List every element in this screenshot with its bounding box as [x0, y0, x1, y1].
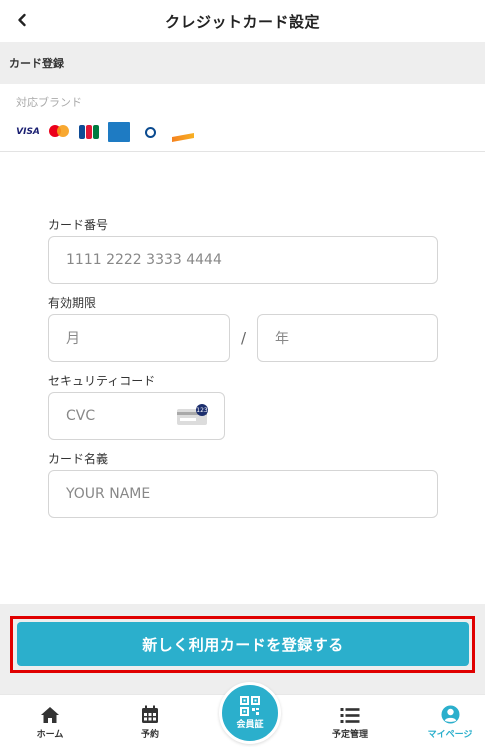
nav-schedule[interactable]: 予定管理	[310, 695, 390, 747]
expiry-separator: /	[240, 329, 247, 347]
user-circle-icon	[441, 705, 459, 724]
discover-logo	[170, 124, 194, 140]
cardholder-name-input[interactable]: YOUR NAME	[48, 470, 438, 518]
submit-area: 新しく利用カードを登録する	[0, 604, 485, 694]
nav-membership-card[interactable]: 会員証	[219, 682, 281, 744]
section-title: カード登録	[9, 57, 64, 70]
cvc-label: セキュリティコード	[48, 374, 156, 388]
card-number-label: カード番号	[48, 218, 109, 232]
nav-mypage-label: マイページ	[427, 730, 473, 740]
nav-home-label: ホーム	[36, 730, 64, 740]
card-back-icon: 123	[177, 404, 208, 425]
mastercard-logo	[48, 124, 70, 140]
cardholder-name-placeholder: YOUR NAME	[66, 486, 151, 502]
card-number-input[interactable]: 1111 2222 3333 4444	[48, 236, 438, 284]
qr-code-icon	[240, 696, 260, 716]
bottom-nav: ホーム 予約 会員証 予定管理 マイページ	[0, 682, 485, 747]
register-card-label: 新しく利用カードを登録する	[142, 635, 344, 654]
cvc-placeholder: CVC	[66, 408, 96, 424]
jcb-logo	[79, 124, 99, 140]
app-header: クレジットカード設定	[0, 0, 485, 42]
nav-reservation-label: 予約	[140, 730, 159, 740]
chevron-left-icon	[18, 13, 26, 27]
cardholder-name-label: カード名義	[48, 452, 109, 466]
back-button[interactable]	[12, 10, 32, 30]
expiry-month-placeholder: 月	[66, 331, 80, 347]
amex-logo	[108, 122, 130, 142]
cvc-hint-badge: 123	[196, 407, 208, 414]
brands-label: 対応ブランド	[16, 96, 82, 109]
visa-logo: VISA	[16, 127, 40, 137]
card-form: カード番号 1111 2222 3333 4444 有効期限 月 / 年 セキュ…	[48, 216, 438, 518]
nav-mypage[interactable]: マイページ	[410, 695, 485, 747]
register-card-button[interactable]: 新しく利用カードを登録する	[17, 622, 469, 666]
expiry-month-input[interactable]: 月	[48, 314, 230, 362]
page-title: クレジットカード設定	[164, 12, 320, 31]
diners-logo	[139, 124, 161, 140]
nav-schedule-label: 予定管理	[331, 730, 368, 740]
section-header: カード登録	[0, 42, 485, 84]
expiry-year-input[interactable]: 年	[257, 314, 438, 362]
calendar-icon	[142, 705, 158, 723]
home-icon	[41, 707, 59, 723]
list-icon	[340, 708, 360, 723]
expiry-label: 有効期限	[48, 296, 97, 310]
brand-logo-row: VISA	[16, 122, 194, 142]
nav-home[interactable]: ホーム	[10, 695, 90, 747]
supported-brands: 対応ブランド VISA	[0, 84, 485, 152]
nav-membership-label: 会員証	[236, 720, 264, 730]
card-number-placeholder: 1111 2222 3333 4444	[66, 252, 222, 268]
nav-reservation[interactable]: 予約	[110, 695, 190, 747]
expiry-year-placeholder: 年	[275, 331, 289, 347]
